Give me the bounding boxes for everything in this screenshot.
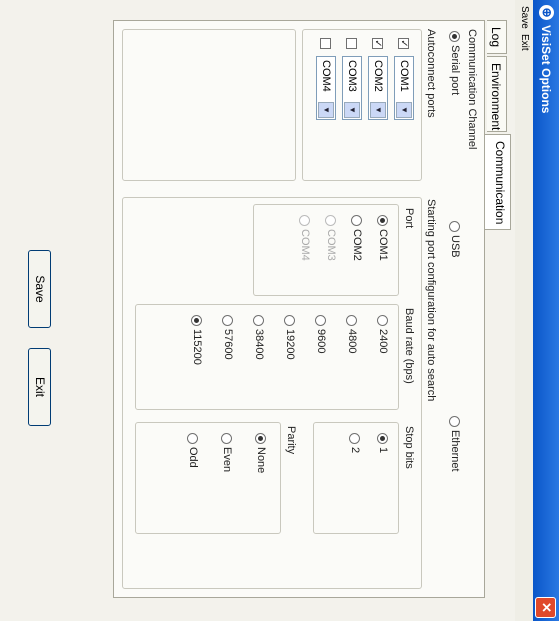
- menu-item-save[interactable]: Save: [519, 6, 530, 29]
- radio-stop-1[interactable]: [377, 433, 388, 444]
- combo-com3[interactable]: COM3 ▼: [342, 56, 362, 120]
- baud-4800-label: 4800: [346, 329, 358, 354]
- checkbox-com1[interactable]: ✓: [398, 38, 409, 49]
- port-com4-label: COM4: [299, 229, 311, 261]
- radio-parity-none[interactable]: [255, 433, 266, 444]
- port-com1-label: COM1: [377, 229, 389, 261]
- options-window: ⊕ VisiSet Options ✕ Save Exit Log Enviro…: [0, 0, 559, 621]
- exit-button[interactable]: Exit: [28, 348, 51, 426]
- port-label: Port: [403, 208, 415, 229]
- stop-bits-group: 1 2: [313, 422, 399, 534]
- close-icon[interactable]: ✕: [535, 597, 556, 618]
- communication-panel: Communication Channel Serial port USB Et…: [113, 20, 485, 598]
- radio-parity-odd[interactable]: [187, 433, 198, 444]
- radio-baud-2400[interactable]: [377, 315, 388, 326]
- baud-19200-label: 19200: [284, 329, 296, 360]
- window-title: VisiSet Options: [539, 25, 553, 114]
- autoconnect-label: Autoconnect ports: [425, 29, 437, 118]
- radio-baud-38400[interactable]: [253, 315, 264, 326]
- empty-group: [122, 29, 296, 181]
- parity-none-label: None: [255, 447, 267, 474]
- stop-bits-label: Stop bits: [403, 426, 415, 469]
- radio-baud-115200[interactable]: [191, 315, 202, 326]
- starting-config-group: Port COM1 COM2 COM3 COM4 Baud rate (bps)…: [122, 197, 422, 589]
- combo-com2[interactable]: COM2 ▼: [368, 56, 388, 120]
- baud-115200-label: 115200: [191, 329, 203, 365]
- radio-baud-4800[interactable]: [346, 315, 357, 326]
- combo-com4[interactable]: COM4 ▼: [316, 56, 336, 120]
- title-bar: ⊕ VisiSet Options ✕: [533, 0, 559, 621]
- serial-port-label: Serial port: [449, 45, 461, 96]
- radio-baud-9600[interactable]: [315, 315, 326, 326]
- menu-bar: Save Exit: [515, 0, 533, 621]
- checkbox-com3[interactable]: [346, 38, 357, 49]
- baud-2400-label: 2400: [377, 329, 389, 354]
- tab-environment[interactable]: Environment: [487, 56, 507, 132]
- baud-label: Baud rate (bps): [403, 308, 415, 384]
- port-com2-label: COM2: [351, 229, 363, 261]
- tab-communication[interactable]: Communication: [485, 134, 511, 230]
- usb-label: USB: [449, 235, 461, 258]
- port-com3-label: COM3: [325, 229, 337, 261]
- port-group: COM1 COM2 COM3 COM4: [253, 204, 399, 296]
- checkbox-com4[interactable]: [320, 38, 331, 49]
- menu-item-exit[interactable]: Exit: [519, 34, 530, 51]
- tab-log[interactable]: Log: [487, 20, 507, 54]
- baud-38400-label: 38400: [253, 329, 265, 360]
- radio-stop-2[interactable]: [349, 433, 360, 444]
- chevron-down-icon: ▼: [344, 102, 360, 118]
- stop-2-label: 2: [349, 447, 361, 454]
- chevron-down-icon: ▼: [318, 102, 334, 118]
- parity-group: None Even Odd: [135, 422, 281, 534]
- radio-usb[interactable]: [449, 221, 460, 232]
- parity-odd-label: Odd: [187, 447, 199, 468]
- baud-group: 2400 4800 9600 19200 38400 57600 115200: [135, 304, 399, 410]
- combo-com1[interactable]: COM1 ▼: [394, 56, 414, 120]
- parity-label: Parity: [285, 426, 297, 455]
- radio-port-com2[interactable]: [351, 215, 362, 226]
- radio-port-com1[interactable]: [377, 215, 388, 226]
- starting-config-label: Starting port configuration for auto sea…: [425, 199, 437, 402]
- chevron-down-icon: ▼: [396, 102, 412, 118]
- chevron-down-icon: ▼: [370, 102, 386, 118]
- app-logo-icon: ⊕: [539, 5, 554, 20]
- channel-label: Communication Channel: [466, 29, 478, 150]
- radio-ethernet[interactable]: [449, 416, 460, 427]
- save-button[interactable]: Save: [28, 250, 51, 328]
- radio-port-com4[interactable]: [299, 215, 310, 226]
- parity-even-label: Even: [221, 447, 233, 473]
- stop-1-label: 1: [377, 447, 389, 454]
- autoconnect-group: ✓ COM1 ▼ ✓ COM2 ▼ COM3 ▼ COM4 ▼: [302, 29, 422, 181]
- baud-57600-label: 57600: [222, 329, 234, 360]
- ethernet-label: Ethernet: [449, 430, 461, 472]
- checkbox-com2[interactable]: ✓: [372, 38, 383, 49]
- baud-9600-label: 9600: [315, 329, 327, 354]
- radio-port-com3[interactable]: [325, 215, 336, 226]
- radio-baud-19200[interactable]: [284, 315, 295, 326]
- radio-serial-port[interactable]: [449, 31, 460, 42]
- radio-baud-57600[interactable]: [222, 315, 233, 326]
- radio-parity-even[interactable]: [221, 433, 232, 444]
